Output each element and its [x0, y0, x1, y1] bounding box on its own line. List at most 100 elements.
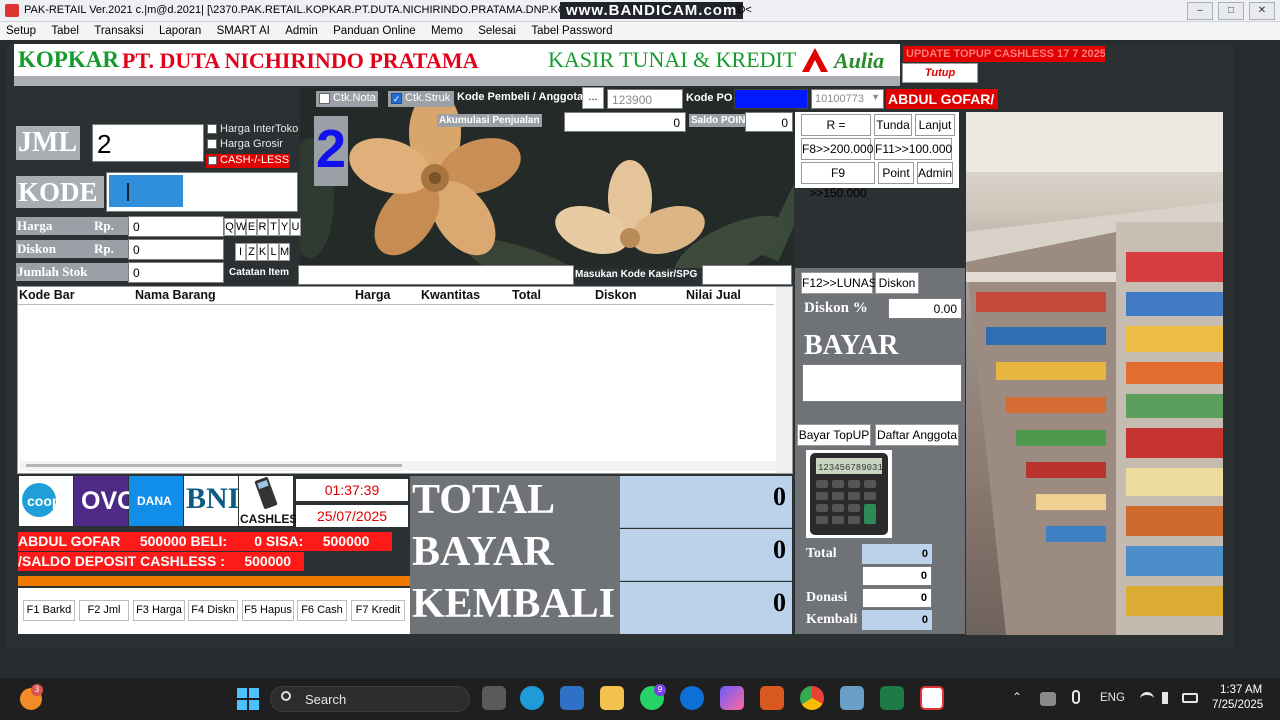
f12-lunas-button[interactable]: F12>>LUNAS	[801, 272, 877, 294]
tunda-button[interactable]: Tunda	[874, 114, 912, 136]
f4-diskn-button[interactable]: F4 Diskn	[188, 600, 238, 621]
minimize-button[interactable]: –	[1187, 2, 1213, 20]
key-e[interactable]: E	[246, 218, 257, 236]
bayar-topup-button[interactable]: Bayar TopUP	[797, 424, 871, 446]
key-w[interactable]: W	[235, 218, 246, 236]
wifi-icon[interactable]	[1140, 692, 1154, 704]
harga-input[interactable]: 0	[128, 216, 224, 237]
key-t[interactable]: T	[268, 218, 279, 236]
menu-tabel[interactable]: Tabel	[51, 22, 79, 40]
ovo-logo[interactable]: OVO	[74, 476, 137, 526]
harga-intertoko-checkbox[interactable]	[207, 124, 217, 134]
maximize-button[interactable]: □	[1218, 2, 1244, 20]
f2-jml-button[interactable]: F2 Jml	[79, 600, 129, 621]
coop-logo[interactable]: coop	[19, 476, 73, 526]
cash-less-option[interactable]: CASH-/-LESS	[206, 154, 290, 168]
kode-input[interactable]	[106, 172, 298, 212]
member-browse-button[interactable]: ...	[582, 87, 604, 109]
f5-hapus-button[interactable]: F5 Hapus	[242, 600, 294, 621]
battery-icon[interactable]	[1182, 693, 1198, 703]
key-r[interactable]: R	[257, 218, 268, 236]
ctk-struk-checkbox[interactable]: ✓	[391, 93, 402, 104]
diskon-input[interactable]: 0	[128, 239, 224, 260]
cashless-logo[interactable]: CASHLESS	[239, 476, 305, 526]
f8-200000-button[interactable]: F8>>200.000	[801, 138, 873, 160]
key-u[interactable]: U	[290, 218, 301, 236]
menu-tabel-password[interactable]: Tabel Password	[531, 22, 612, 40]
f3-harga-button[interactable]: F3 Harga	[133, 600, 185, 621]
chevron-up-icon[interactable]: ⌃	[1012, 690, 1022, 704]
close-button[interactable]: ✕	[1249, 2, 1275, 20]
point-button[interactable]: Point	[878, 162, 914, 184]
diskon-button[interactable]: Diskon	[875, 272, 919, 294]
taskbar-search[interactable]: Search	[270, 686, 470, 712]
member-code-input[interactable]: 123900	[607, 89, 683, 109]
menu-transaksi[interactable]: Transaksi	[94, 22, 143, 40]
menu-panduan[interactable]: Panduan Online	[333, 22, 415, 40]
menu-setup[interactable]: Setup	[6, 22, 36, 40]
catatan-item-input[interactable]	[298, 265, 574, 285]
table-scrollbar-horizontal[interactable]	[20, 461, 776, 471]
harga-grosir-option[interactable]: Harga Grosir	[206, 138, 302, 152]
harga-intertoko-option[interactable]: Harga InterToko	[206, 123, 302, 137]
key-i[interactable]: I	[235, 243, 246, 261]
menu-laporan[interactable]: Laporan	[159, 22, 201, 40]
excel-icon[interactable]	[880, 686, 904, 710]
bni-logo[interactable]: BNI	[184, 476, 239, 526]
diskon-pct-input[interactable]: 0.00	[888, 298, 962, 319]
taskbar-clock-date[interactable]: 7/25/2025	[1212, 699, 1263, 711]
key-y[interactable]: Y	[279, 218, 290, 236]
chrome-icon[interactable]	[800, 686, 824, 710]
start-button[interactable]	[237, 688, 259, 710]
key-l[interactable]: L	[268, 243, 279, 261]
microphone-icon[interactable]	[1072, 690, 1080, 704]
menu-smart-ai[interactable]: SMART AI	[217, 22, 270, 40]
po-code-input[interactable]	[734, 89, 808, 109]
f11-100000-button[interactable]: F11>>100.000	[874, 138, 952, 160]
menu-memo[interactable]: Memo	[431, 22, 463, 40]
kasir-code-input[interactable]	[702, 265, 792, 285]
po-number-select[interactable]: 10100773 ▼	[811, 89, 884, 109]
chevron-down-icon[interactable]: ▼	[871, 92, 880, 102]
teamviewer-icon[interactable]	[680, 686, 704, 710]
tutup-button[interactable]: Tutup	[902, 63, 978, 83]
admin-button[interactable]: Admin	[917, 162, 953, 184]
pak-retail-taskbar-icon[interactable]	[920, 686, 944, 710]
fox-app-icon[interactable]	[760, 686, 784, 710]
f6-cash-button[interactable]: F6 Cash	[297, 600, 347, 621]
network-tray-icon[interactable]	[1040, 692, 1056, 706]
bayar-input[interactable]	[802, 364, 962, 402]
ctk-nota-option[interactable]: Ctk.Nota	[316, 91, 378, 107]
summary-donasi-input[interactable]: 0	[862, 588, 932, 608]
f7-kredit-button[interactable]: F7 Kredit	[351, 600, 405, 621]
language-indicator[interactable]: ENG	[1100, 692, 1125, 704]
daftar-anggota-button[interactable]: Daftar Anggota	[875, 424, 959, 446]
taskbar-clock-time[interactable]: 1:37 AM	[1220, 684, 1262, 696]
key-k[interactable]: K	[257, 243, 268, 261]
menu-admin[interactable]: Admin	[285, 22, 318, 40]
jml-input[interactable]: 2	[92, 124, 204, 162]
harga-grosir-checkbox[interactable]	[207, 139, 217, 149]
cash-less-checkbox[interactable]	[208, 156, 217, 165]
table-scrollbar-vertical[interactable]	[776, 287, 792, 473]
scrollbar-thumb[interactable]	[26, 464, 402, 467]
copilot-icon[interactable]	[720, 686, 744, 710]
reprint-button[interactable]: R = REPRINT	[801, 114, 871, 152]
file-explorer-icon[interactable]	[600, 686, 624, 710]
menu-selesai[interactable]: Selesai	[478, 22, 516, 40]
f9-150000-button[interactable]: F9 >>150.000	[801, 162, 875, 200]
key-q[interactable]: Q	[224, 218, 235, 236]
edge-icon[interactable]	[520, 686, 544, 710]
calculator-button[interactable]: 123456789031	[806, 450, 892, 538]
store-icon[interactable]	[560, 686, 584, 710]
lanjut-button[interactable]: Lanjut	[915, 114, 955, 136]
ctk-nota-checkbox[interactable]	[319, 93, 330, 104]
ctk-struk-option[interactable]: ✓ Ctk.Struk	[388, 91, 454, 107]
dana-logo[interactable]: DANA	[129, 476, 183, 526]
volume-icon[interactable]	[1162, 692, 1174, 704]
f1-barkd-button[interactable]: F1 Barkd	[23, 600, 75, 621]
key-m[interactable]: M	[279, 243, 290, 261]
key-z[interactable]: Z	[246, 243, 257, 261]
monitor-app-icon[interactable]	[840, 686, 864, 710]
task-view-icon[interactable]	[482, 686, 506, 710]
